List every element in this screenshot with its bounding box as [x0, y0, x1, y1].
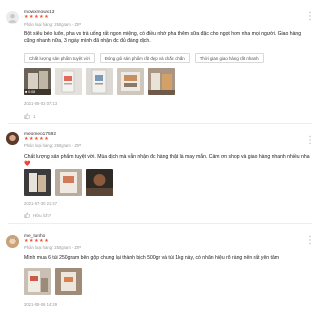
more-options-icon[interactable]	[308, 235, 312, 245]
review-photo[interactable]	[117, 68, 144, 95]
thumbs-up-icon	[24, 113, 30, 119]
variation-label: Phân loại hàng: 250gram - ZIP	[24, 245, 82, 250]
thumbs-up-icon	[24, 212, 30, 218]
tag: Chất lượng sản phẩm tuyệt vời	[24, 53, 95, 63]
review-video-thumbnail[interactable]: ■ 0:08	[24, 68, 51, 95]
review-timestamp: 2021-07-30 21:47	[24, 201, 58, 206]
review-photo[interactable]	[55, 169, 82, 196]
review-comment: Bột siêu béo luôn, pha vs trà uống rất n…	[24, 31, 302, 44]
review-tags: Chất lượng sản phẩm tuyệt vời Đóng gói s…	[24, 53, 264, 63]
avatar[interactable]	[6, 235, 19, 248]
star-rating: ★★★★★	[24, 14, 50, 20]
star-rating: ★★★★★	[24, 136, 50, 142]
like-count: 1	[33, 113, 36, 119]
more-options-icon[interactable]	[308, 135, 312, 145]
tag: Đóng gói sản phẩm rất đẹp và chắc chắn	[99, 53, 190, 63]
variation-label: Phân loại hàng: 250gram - ZIP	[24, 143, 82, 148]
review-media: ■ 0:08	[24, 68, 175, 95]
review-item: meomeo17592 ★★★★★ Phân loại hàng: 250gra…	[0, 124, 320, 224]
review-media	[24, 169, 113, 196]
review-comment: Chất lượng sản phẩm tuyệt vời. Mùa dịch …	[24, 154, 310, 167]
video-camera-icon: ■	[25, 90, 28, 94]
avatar[interactable]	[6, 132, 19, 145]
tag: Thời gian giao hàng rất nhanh	[194, 53, 264, 63]
review-item: mowxmowx13 ★★★★★ Phân loại hàng: 250gram…	[0, 0, 320, 124]
review-media	[24, 268, 82, 295]
video-duration: ■ 0:08	[25, 90, 36, 94]
variation-label: Phân loại hàng: 250gram - ZIP	[24, 22, 82, 27]
star-rating: ★★★★★	[24, 238, 50, 244]
like-button[interactable]: 1	[24, 113, 35, 119]
helpful-label: Hữu ích?	[33, 212, 52, 218]
review-photo[interactable]	[148, 68, 175, 95]
review-photo[interactable]	[86, 169, 113, 196]
review-timestamp: 2021-08-06 14:29	[24, 302, 58, 307]
more-options-icon[interactable]	[308, 11, 312, 21]
review-photo[interactable]	[55, 68, 82, 95]
review-photo[interactable]	[24, 169, 51, 196]
review-item: me_tunho ★★★★★ Phân loại hàng: 250gram -…	[0, 224, 320, 320]
avatar[interactable]	[6, 11, 19, 24]
like-button[interactable]: Hữu ích?	[24, 212, 51, 218]
review-comment: Mình mua 6 túi 250gram bên gộp chung lại…	[24, 255, 280, 261]
review-photo[interactable]	[24, 268, 51, 295]
review-photo[interactable]	[86, 68, 113, 95]
review-photo[interactable]	[55, 268, 82, 295]
review-timestamp: 2021-08-02 07:13	[24, 101, 58, 106]
